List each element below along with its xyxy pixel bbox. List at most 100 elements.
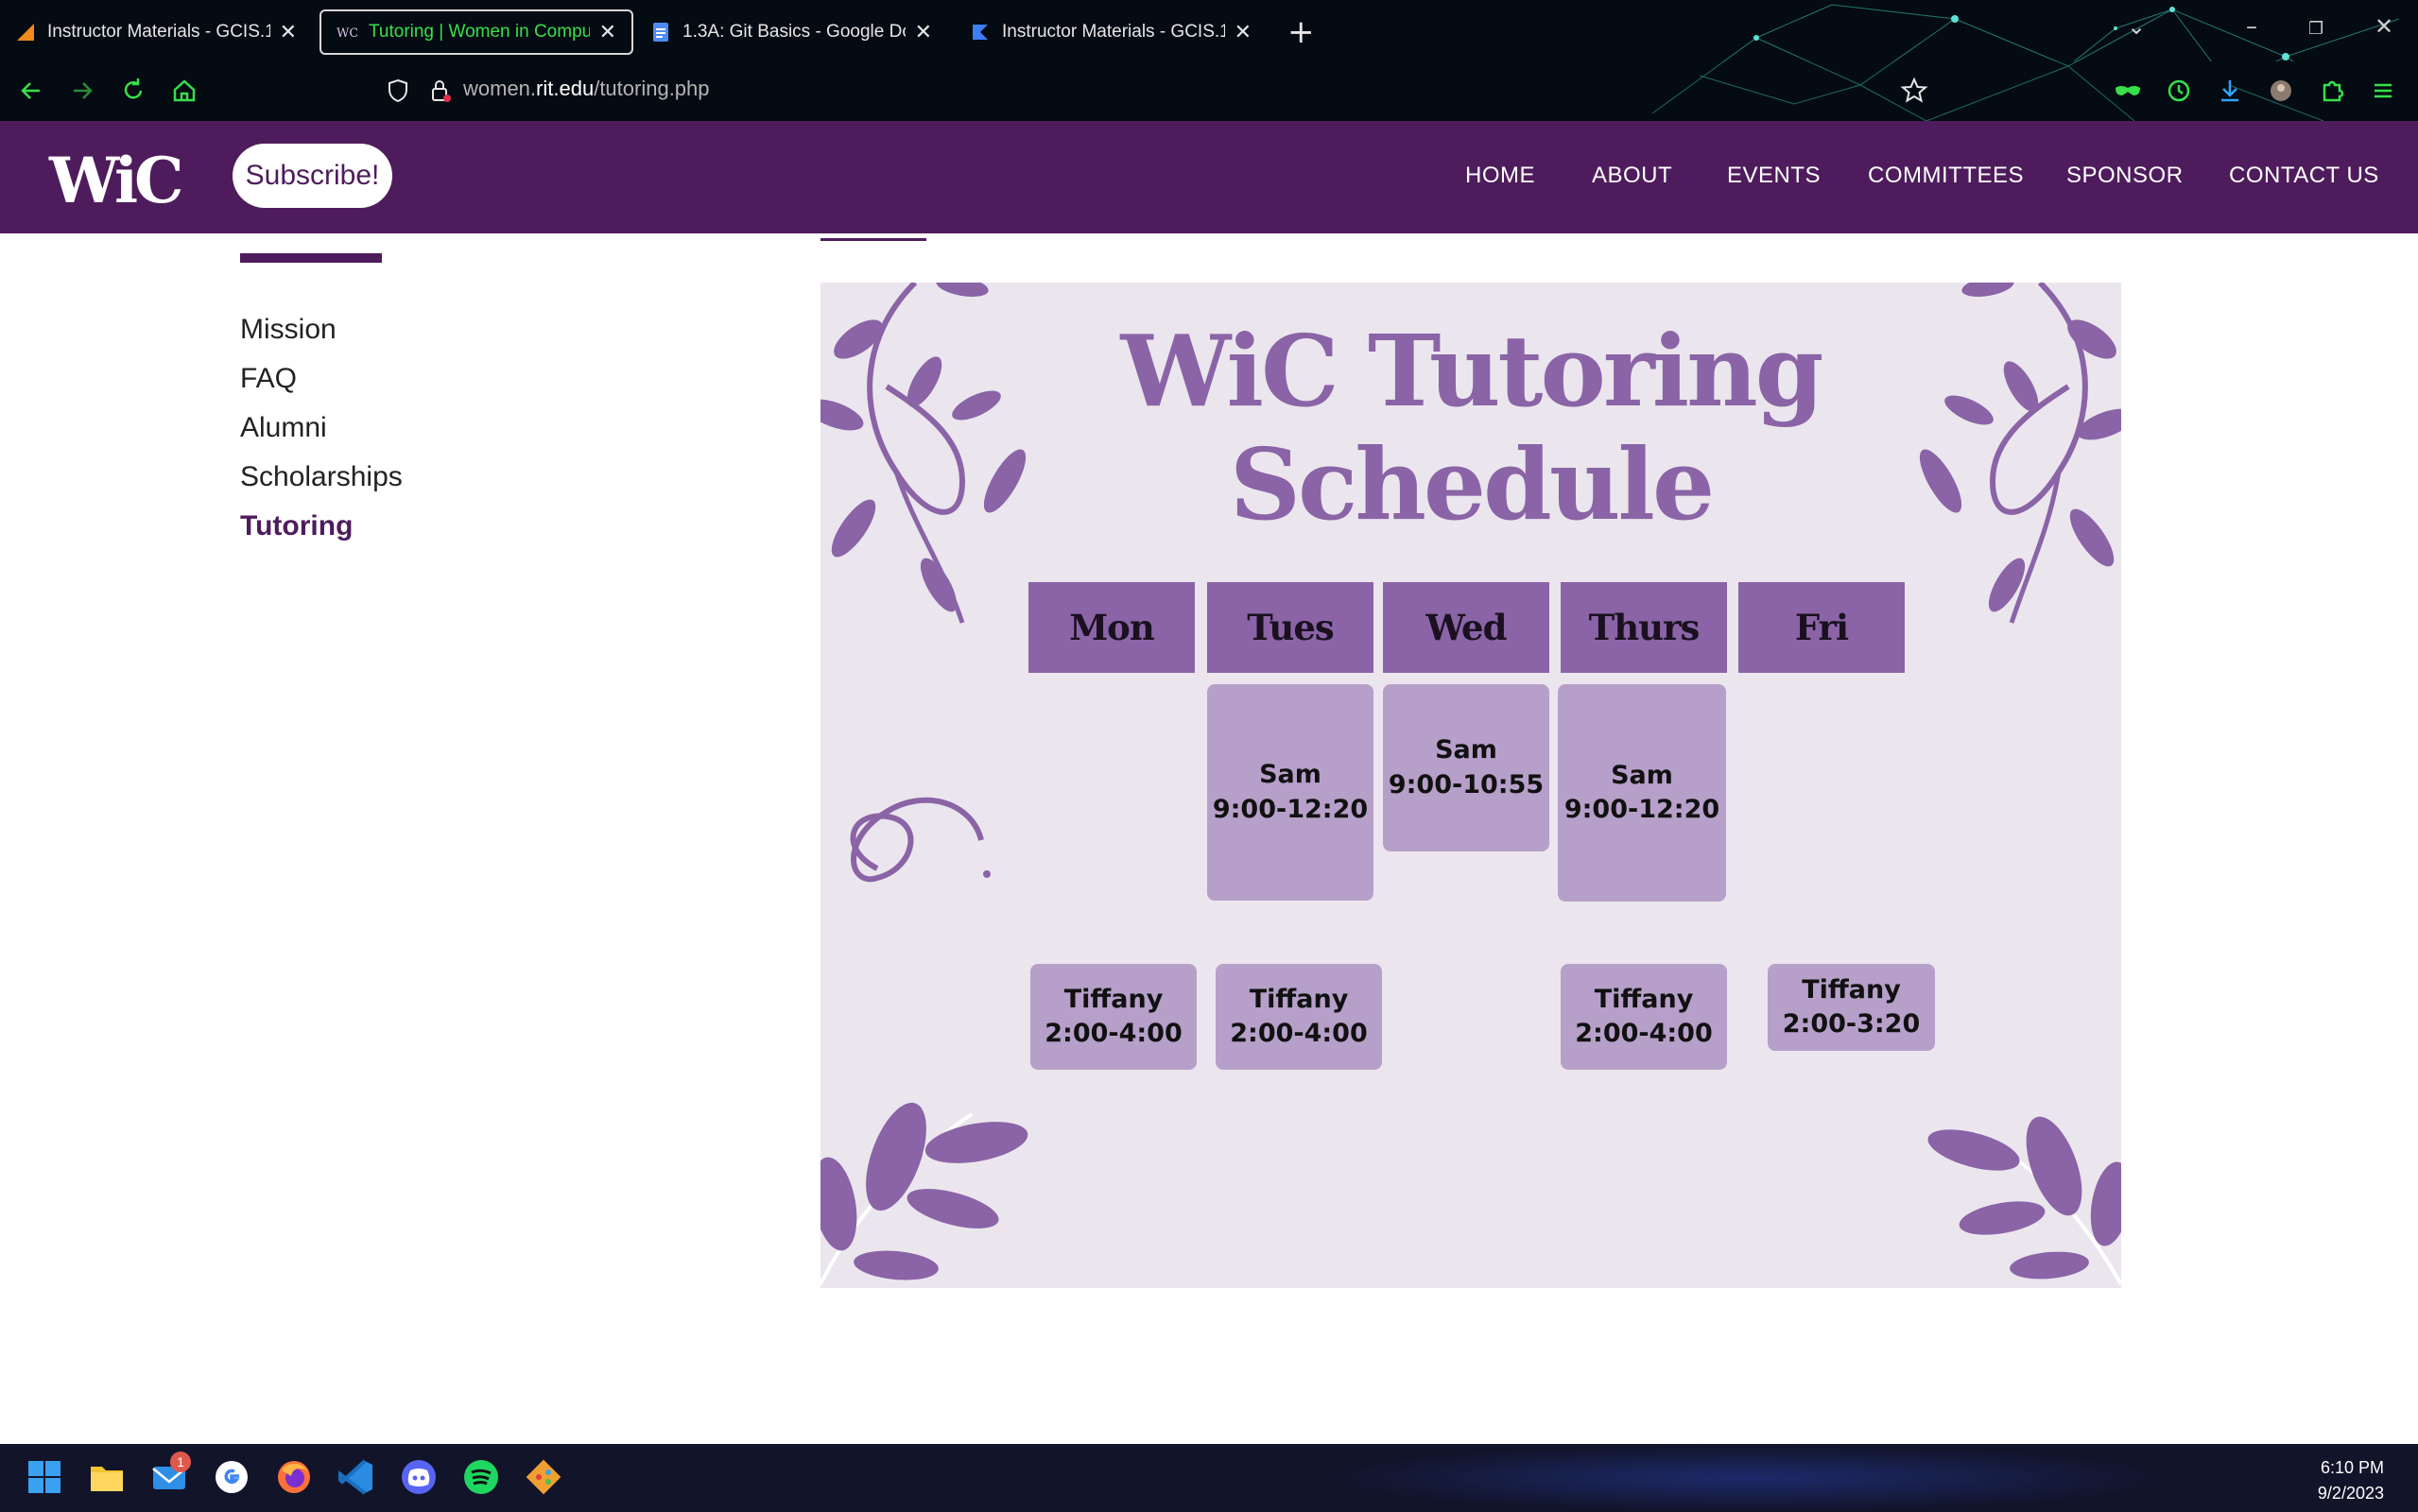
sidebar-item-scholarships[interactable]: Scholarships <box>240 461 403 493</box>
tab-title: Tutoring | Women in Computing <box>369 22 590 42</box>
network-background-icon <box>1651 61 2324 121</box>
download-icon[interactable] <box>2214 75 2246 107</box>
taskbar: 1 6:10 PM 9/2/2023 <box>0 1444 2418 1512</box>
sidebar-item-alumni[interactable]: Alumni <box>240 412 327 444</box>
course-site-icon <box>973 25 988 40</box>
vscode-icon[interactable] <box>337 1457 376 1497</box>
tab-instructor-materials-2[interactable]: Instructor Materials - GCIS.123.0 ✕ <box>955 9 1267 55</box>
tutor-time: 2:00-4:00 <box>1230 1019 1368 1048</box>
tutor-name: Sam <box>1435 735 1497 765</box>
browser-nav-bar: women.rit.edu/tutoring.php <box>0 61 2418 121</box>
tutor-name: Tiffany <box>1063 984 1164 1014</box>
close-icon[interactable]: ✕ <box>280 20 297 44</box>
url-host: rit.edu <box>536 77 595 100</box>
day-header-tues: Tues <box>1207 582 1373 673</box>
extension-mask-icon[interactable] <box>2112 75 2144 107</box>
tutor-name: Sam <box>1611 760 1673 790</box>
tutor-time: 2:00-3:20 <box>1782 1009 1921 1039</box>
tutor-time: 2:00-4:00 <box>1045 1019 1183 1048</box>
day-header-thurs: Thurs <box>1561 582 1727 673</box>
sidebar-item-faq[interactable]: FAQ <box>240 363 297 395</box>
tutor-name: Tiffany <box>1249 984 1349 1014</box>
close-icon[interactable]: ✕ <box>1235 20 1252 44</box>
orange-triangle-icon <box>17 24 34 41</box>
nav-home[interactable]: HOME <box>1465 163 1535 189</box>
tab-tutoring[interactable]: WC Tutoring | Women in Computing ✕ <box>320 9 633 55</box>
slot-thurs-afternoon: Tiffany 2:00-4:00 <box>1561 964 1727 1070</box>
google-icon[interactable] <box>212 1457 251 1497</box>
close-window-button[interactable]: ✕ <box>2375 13 2393 40</box>
poster-title-line2: Schedule <box>1229 426 1715 542</box>
sidebar-item-tutoring[interactable]: Tutoring <box>240 510 353 542</box>
wic-logo[interactable]: WiC <box>49 144 184 217</box>
spotify-icon[interactable] <box>461 1457 501 1497</box>
browser-tab-bar: Instructor Materials - GCIS.123.0 ✕ WC T… <box>0 0 2418 61</box>
minimize-button[interactable]: – <box>2246 13 2257 40</box>
address-bar[interactable]: women.rit.edu/tutoring.php <box>463 77 710 101</box>
back-arrow-icon[interactable] <box>15 75 47 107</box>
slot-tues-afternoon: Tiffany 2:00-4:00 <box>1216 964 1382 1070</box>
firefox-icon[interactable] <box>274 1457 314 1497</box>
tab-list-chevron-icon[interactable]: ⌄ <box>2127 13 2146 40</box>
content-accent-bar <box>820 238 926 241</box>
nav-sponsor[interactable]: SPONSOR <box>2066 163 2184 189</box>
slot-wed-morning: Sam 9:00-10:55 <box>1383 684 1549 851</box>
slot-thurs-morning: Sam 9:00-12:20 <box>1558 684 1726 902</box>
clock-time: 6:10 PM <box>2320 1458 2384 1477</box>
tab-title: Instructor Materials - GCIS.123.0 <box>1002 22 1225 42</box>
slot-mon-afternoon: Tiffany 2:00-4:00 <box>1030 964 1197 1070</box>
sidebar-accent-bar <box>240 253 382 263</box>
file-explorer-icon[interactable] <box>87 1457 127 1497</box>
nav-contact-us[interactable]: CONTACT US <box>2229 163 2379 189</box>
home-icon[interactable] <box>168 75 200 107</box>
sidebar-item-mission[interactable]: Mission <box>240 314 337 346</box>
day-header-mon: Mon <box>1028 582 1195 673</box>
avatar-icon[interactable] <box>2265 75 2297 107</box>
tab-instructor-materials-1[interactable]: Instructor Materials - GCIS.123.0 ✕ <box>0 9 312 55</box>
poster-title-line1: WiC Tutoring <box>1120 313 1824 429</box>
tutoring-schedule-poster: WiC Tutoring Schedule Mon Tues Wed Thurs… <box>820 283 2121 1288</box>
tutor-time: 2:00-4:00 <box>1575 1019 1713 1048</box>
wic-logo-icon: WC <box>337 26 357 41</box>
tutor-time: 9:00-10:55 <box>1388 769 1545 799</box>
url-prefix: women. <box>463 77 537 100</box>
git-icon[interactable] <box>524 1457 563 1497</box>
mail-badge: 1 <box>170 1452 191 1472</box>
clock-date: 9/2/2023 <box>2317 1484 2384 1503</box>
discord-icon[interactable] <box>399 1457 439 1497</box>
slot-tues-morning: Sam 9:00-12:20 <box>1207 684 1373 901</box>
site-header: WiC Subscribe! HOME ABOUT EVENTS COMMITT… <box>0 121 2418 233</box>
system-clock[interactable]: 6:10 PM 9/2/2023 <box>2318 1455 2384 1506</box>
forward-arrow-icon[interactable] <box>66 75 98 107</box>
reload-icon[interactable] <box>117 75 149 107</box>
new-tab-button[interactable]: + <box>1287 13 1315 51</box>
bookmark-star-icon[interactable] <box>1898 75 1930 107</box>
tutor-time: 9:00-12:20 <box>1563 795 1720 824</box>
tab-title: Instructor Materials - GCIS.123.0 <box>47 22 270 42</box>
menu-hamburger-icon[interactable] <box>2367 75 2399 107</box>
windows-start-icon[interactable] <box>25 1457 64 1497</box>
tutor-name: Tiffany <box>1802 974 1901 1005</box>
restore-button[interactable]: ❐ <box>2308 19 2323 39</box>
close-icon[interactable]: ✕ <box>915 20 932 44</box>
tutor-name: Sam <box>1259 760 1321 790</box>
url-path: /tutoring.php <box>594 77 710 100</box>
history-icon[interactable] <box>2163 75 2195 107</box>
day-header-wed: Wed <box>1383 582 1549 673</box>
subscribe-button[interactable]: Subscribe! <box>233 144 392 208</box>
extensions-puzzle-icon[interactable] <box>2316 75 2348 107</box>
lock-icon[interactable] <box>423 75 456 107</box>
tutor-time: 9:00-12:20 <box>1212 794 1369 824</box>
nav-committees[interactable]: COMMITTEES <box>1868 163 2024 189</box>
day-header-fri: Fri <box>1738 582 1905 673</box>
taskbar-background <box>1323 1444 2174 1512</box>
shield-icon[interactable] <box>382 75 414 107</box>
tab-title: 1.3A: Git Basics - Google Docs <box>682 22 906 42</box>
svg-text:WC: WC <box>337 26 357 41</box>
tab-git-basics[interactable]: 1.3A: Git Basics - Google Docs ✕ <box>635 9 947 55</box>
nav-events[interactable]: EVENTS <box>1727 163 1821 189</box>
google-docs-icon <box>653 23 668 42</box>
close-icon[interactable]: ✕ <box>599 20 616 44</box>
nav-about[interactable]: ABOUT <box>1592 163 1672 189</box>
slot-fri-afternoon: Tiffany 2:00-3:20 <box>1768 964 1935 1051</box>
